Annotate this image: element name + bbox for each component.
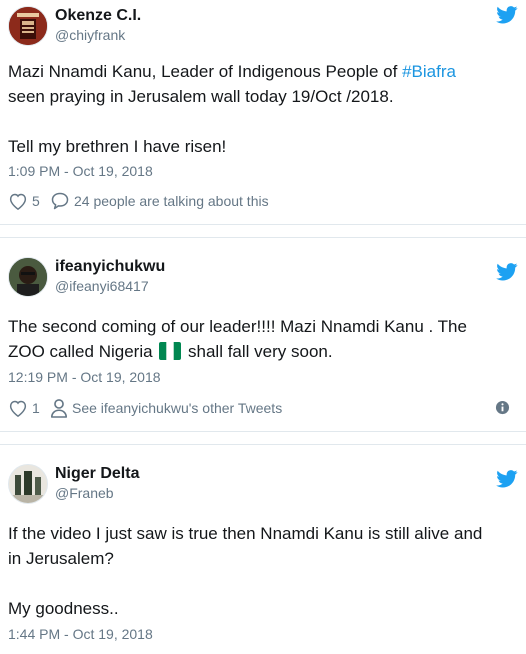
conversation-link[interactable]: 24 people are talking about this <box>50 190 269 212</box>
conversation-text: 24 people are talking about this <box>74 193 269 209</box>
user-names: ifeanyichukwu @ifeanyi68417 <box>55 257 165 295</box>
reply-bubble-icon <box>51 192 69 210</box>
tweet-timestamp[interactable]: 1:09 PM - Oct 19, 2018 <box>8 162 153 180</box>
avatar[interactable] <box>8 257 48 297</box>
like-button[interactable]: 1 <box>8 397 40 419</box>
user-names: Niger Delta @Franeb <box>55 464 139 502</box>
heart-icon <box>9 400 27 417</box>
user-names: Okenze C.I. @chiyfrank <box>55 6 141 44</box>
user-handle[interactable]: @ifeanyi68417 <box>55 277 165 295</box>
tweet-text-part: seen praying in Jerusalem wall today 19/… <box>8 87 394 156</box>
tweet-text: The second coming of our leader!!!! Mazi… <box>8 314 516 364</box>
user-handle[interactable]: @chiyfrank <box>55 26 141 44</box>
like-count: 1 <box>32 400 40 416</box>
tweet-timestamp[interactable]: 1:44 PM - Oct 19, 2018 <box>8 625 153 643</box>
twitter-bird-icon[interactable] <box>496 470 518 488</box>
info-icon[interactable] <box>495 400 510 415</box>
avatar[interactable] <box>8 464 48 504</box>
like-count: 5 <box>32 193 40 209</box>
display-name[interactable]: ifeanyichukwu <box>55 257 165 277</box>
display-name[interactable]: Okenze C.I. <box>55 6 141 26</box>
tweet-card: ifeanyichukwu @ifeanyi68417 The second c… <box>0 237 526 432</box>
user-handle[interactable]: @Franeb <box>55 484 139 502</box>
tweet-card: Niger Delta @Franeb If the video I just … <box>0 444 526 654</box>
like-button[interactable]: 5 <box>8 190 40 212</box>
avatar[interactable] <box>8 6 48 46</box>
display-name[interactable]: Niger Delta <box>55 464 139 484</box>
nigeria-flag-icon <box>159 342 182 360</box>
heart-icon <box>9 193 27 210</box>
tweet-text: If the video I just saw is true then Nna… <box>8 524 483 618</box>
twitter-bird-icon[interactable] <box>496 263 518 281</box>
tweet-card: Okenze C.I. @chiyfrank Mazi Nnamdi Kanu,… <box>0 0 526 225</box>
tweet-text-part: Mazi Nnamdi Kanu, Leader of Indigenous P… <box>8 62 403 81</box>
tweet-actions: 1 See ifeanyichukwu's other Tweets <box>8 397 518 419</box>
tweet-actions: 5 24 people are talking about this <box>8 190 518 212</box>
hashtag-link[interactable]: #Biafra <box>402 62 456 81</box>
profile-tweets-link[interactable]: See ifeanyichukwu's other Tweets <box>50 397 282 419</box>
profile-tweets-text: See ifeanyichukwu's other Tweets <box>72 400 283 416</box>
person-icon <box>50 399 68 418</box>
tweet-text: Mazi Nnamdi Kanu, Leader of Indigenous P… <box>8 59 516 159</box>
twitter-bird-icon[interactable] <box>496 6 518 24</box>
tweet-text-part: shall fall very soon. <box>183 342 333 361</box>
tweet-timestamp[interactable]: 12:19 PM - Oct 19, 2018 <box>8 368 161 386</box>
